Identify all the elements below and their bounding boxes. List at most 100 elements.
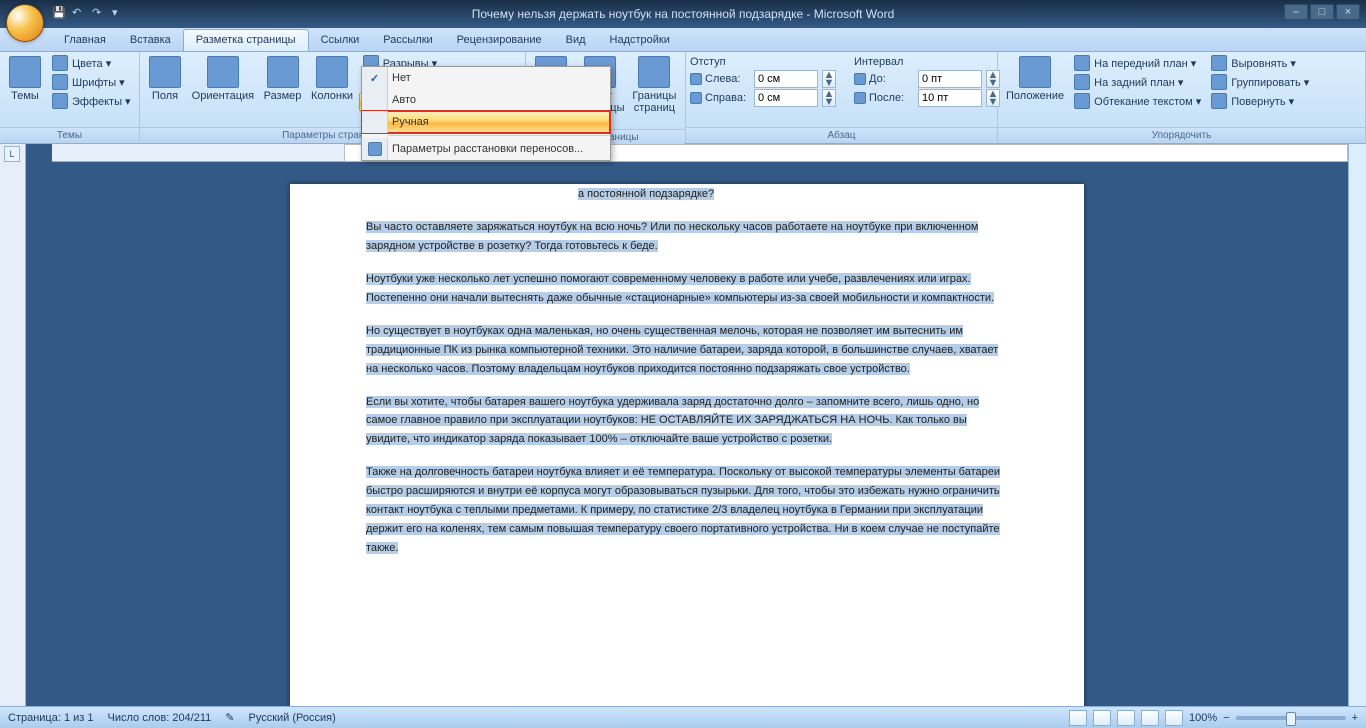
themes-icon (9, 56, 41, 88)
indent-left-label: Слева: (690, 73, 750, 85)
paragraph-text: Если вы хотите, чтобы батарея вашего ноу… (366, 396, 979, 446)
position-button[interactable]: Положение (1002, 54, 1068, 104)
fonts-icon (52, 74, 68, 90)
page-borders-button[interactable]: Границы страниц (628, 54, 681, 116)
spacing-label: Интервал (854, 56, 1000, 68)
zoom-in-button[interactable]: + (1352, 712, 1358, 724)
tab-home[interactable]: Главная (52, 30, 118, 51)
paragraph-text: Ноутбуки уже несколько лет успешно помог… (366, 273, 994, 304)
title-bar: 💾 ↶ ↷ ▾ Почему нельзя держать ноутбук на… (0, 0, 1366, 28)
ruler-corner[interactable]: L (4, 146, 20, 162)
view-outline[interactable] (1141, 710, 1159, 726)
tab-references[interactable]: Ссылки (309, 30, 372, 51)
document-area[interactable]: а постоянной подзарядке? Вы часто оставл… (26, 144, 1348, 706)
theme-effects-button[interactable]: Эффекты ▾ (48, 92, 135, 110)
paragraph-text: Но существует в ноутбуках одна маленькая… (366, 325, 998, 375)
window-title: Почему нельзя держать ноутбук на постоян… (472, 7, 895, 21)
spacing-before-icon (854, 73, 866, 85)
indent-right-icon (690, 92, 702, 104)
rotate-button[interactable]: Повернуть ▾ (1207, 92, 1313, 110)
columns-button[interactable]: Колонки (307, 54, 357, 104)
tab-view[interactable]: Вид (554, 30, 598, 51)
rotate-icon (1211, 93, 1227, 109)
bring-front-button[interactable]: На передний план ▾ (1070, 54, 1205, 72)
effects-icon (52, 93, 68, 109)
status-page[interactable]: Страница: 1 из 1 (8, 712, 94, 724)
indent-right-spinner[interactable]: ▲▼ (822, 89, 836, 107)
office-button[interactable] (6, 4, 44, 42)
paragraph-text: Также на долговечность батареи ноутбука … (366, 466, 1000, 554)
ribbon-tabs: Главная Вставка Разметка страницы Ссылки… (0, 28, 1366, 52)
indent-left-spinner[interactable]: ▲▼ (822, 70, 836, 88)
qat-more-icon[interactable]: ▾ (112, 6, 128, 22)
vertical-scrollbar[interactable] (1348, 144, 1366, 706)
size-icon (267, 56, 299, 88)
undo-icon[interactable]: ↶ (72, 6, 88, 22)
tab-page-layout[interactable]: Разметка страницы (183, 29, 309, 51)
status-language[interactable]: Русский (Россия) (249, 712, 336, 724)
text-wrap-button[interactable]: Обтекание текстом ▾ (1070, 92, 1205, 110)
orientation-icon (207, 56, 239, 88)
group-button[interactable]: Группировать ▾ (1207, 73, 1313, 91)
hyph-options-icon (368, 142, 382, 156)
zoom-level[interactable]: 100% (1189, 712, 1217, 724)
spacing-after-label: После: (854, 92, 914, 104)
spacing-after-input[interactable] (918, 89, 982, 107)
theme-colors-button[interactable]: Цвета ▾ (48, 54, 135, 72)
spacing-before-input[interactable] (918, 70, 982, 88)
view-full-screen[interactable] (1093, 710, 1111, 726)
quick-access-toolbar: 💾 ↶ ↷ ▾ (52, 6, 128, 22)
spacing-before-label: До: (854, 73, 914, 85)
position-icon (1019, 56, 1051, 88)
maximize-button[interactable]: □ (1310, 4, 1334, 20)
tab-mailings[interactable]: Рассылки (371, 30, 444, 51)
doc-title-fragment: а постоянной подзарядке? (578, 188, 714, 200)
save-icon[interactable]: 💾 (52, 6, 68, 22)
theme-fonts-button[interactable]: Шрифты ▾ (48, 73, 135, 91)
status-proofing-icon[interactable]: ✎ (225, 711, 234, 724)
group-label-paragraph: Абзац (686, 127, 997, 143)
zoom-out-button[interactable]: − (1223, 712, 1229, 724)
ribbon: Темы Цвета ▾ Шрифты ▾ Эффекты ▾ Темы Пол… (0, 52, 1366, 144)
spacing-after-icon (854, 92, 866, 104)
themes-button[interactable]: Темы (4, 54, 46, 104)
view-web-layout[interactable] (1117, 710, 1135, 726)
group-label-arrange: Упорядочить (998, 127, 1365, 143)
status-bar: Страница: 1 из 1 Число слов: 204/211 ✎ Р… (0, 706, 1366, 728)
orientation-button[interactable]: Ориентация (188, 54, 258, 104)
paragraph-text: Вы часто оставляете заряжаться ноутбук н… (366, 221, 978, 252)
horizontal-ruler[interactable] (52, 144, 1348, 162)
back-icon (1074, 74, 1090, 90)
margins-icon (149, 56, 181, 88)
margins-button[interactable]: Поля (144, 54, 186, 104)
workspace: а постоянной подзарядке? Вы часто оставл… (0, 144, 1366, 706)
tab-insert[interactable]: Вставка (118, 30, 183, 51)
hyphenation-none[interactable]: Нет (362, 67, 610, 89)
indent-right-input[interactable] (754, 89, 818, 107)
indent-left-icon (690, 73, 702, 85)
size-button[interactable]: Размер (260, 54, 305, 104)
status-words[interactable]: Число слов: 204/211 (108, 712, 212, 724)
hyphenation-options[interactable]: Параметры расстановки переносов... (362, 138, 610, 160)
send-back-button[interactable]: На задний план ▾ (1070, 73, 1205, 91)
tab-review[interactable]: Рецензирование (445, 30, 554, 51)
indent-right-label: Справа: (690, 92, 750, 104)
zoom-slider[interactable] (1236, 716, 1346, 720)
hyphenation-manual[interactable]: Ручная (362, 111, 610, 133)
close-button[interactable]: × (1336, 4, 1360, 20)
align-button[interactable]: Выровнять ▾ (1207, 54, 1313, 72)
hyphenation-auto[interactable]: Авто (362, 89, 610, 111)
columns-icon (316, 56, 348, 88)
minimize-button[interactable]: – (1284, 4, 1308, 20)
vertical-ruler[interactable] (0, 144, 26, 706)
group-icon (1211, 74, 1227, 90)
indent-label: Отступ (690, 56, 836, 68)
wrap-icon (1074, 93, 1090, 109)
tab-addins[interactable]: Надстройки (598, 30, 682, 51)
document-page[interactable]: а постоянной подзарядке? Вы часто оставл… (290, 184, 1084, 706)
view-draft[interactable] (1165, 710, 1183, 726)
indent-left-input[interactable] (754, 70, 818, 88)
view-print-layout[interactable] (1069, 710, 1087, 726)
redo-icon[interactable]: ↷ (92, 6, 108, 22)
align-icon (1211, 55, 1227, 71)
